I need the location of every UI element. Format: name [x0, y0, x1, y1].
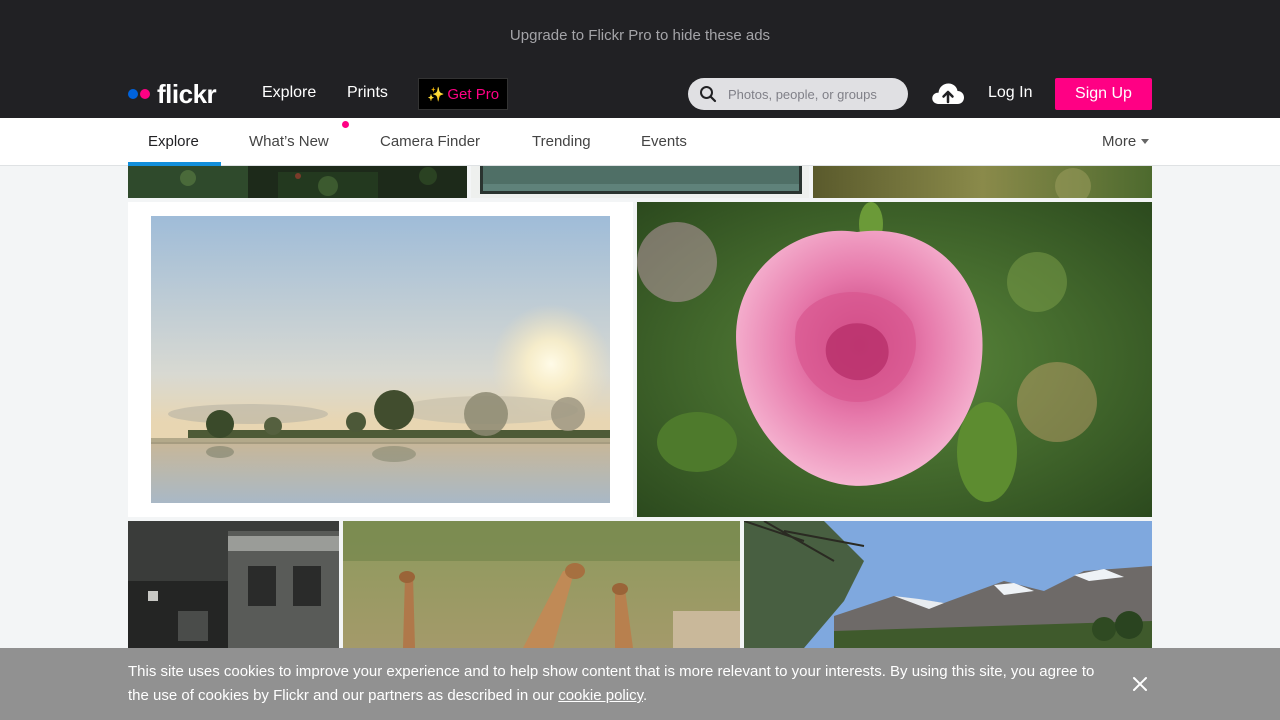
caret-down-icon: [1141, 139, 1150, 144]
photo-tile-garden[interactable]: [128, 166, 467, 198]
nav-explore[interactable]: Explore: [262, 84, 316, 102]
flickr-logo[interactable]: flickr: [128, 78, 217, 109]
tab-whats-new[interactable]: What’s New: [249, 133, 329, 150]
photo-tile-mountains[interactable]: [744, 521, 1152, 648]
photo-tile-giraffes[interactable]: [343, 521, 740, 648]
login-link[interactable]: Log In: [988, 84, 1032, 102]
ad-banner-text[interactable]: Upgrade to Flickr Pro to hide these ads: [510, 27, 770, 44]
photo-tile-framed-print[interactable]: [471, 166, 809, 198]
tab-trending[interactable]: Trending: [532, 133, 591, 150]
more-label: More: [1102, 133, 1137, 150]
photo-tile-pink-rose[interactable]: [637, 202, 1152, 517]
more-menu[interactable]: More: [1102, 133, 1150, 150]
upload-cloud-icon[interactable]: [930, 80, 966, 108]
tab-camera-finder[interactable]: Camera Finder: [380, 133, 480, 150]
logo-wordmark: flickr: [157, 78, 217, 109]
close-icon[interactable]: [1130, 674, 1150, 694]
tab-events[interactable]: Events: [641, 133, 687, 150]
photo-tile-blurred-nature[interactable]: [813, 166, 1152, 198]
search-input[interactable]: [728, 86, 898, 102]
get-pro-button[interactable]: ✨ Get Pro: [418, 78, 508, 110]
sparkles-icon: ✨: [426, 85, 445, 102]
tab-explore[interactable]: Explore: [148, 133, 199, 150]
cookie-policy-link[interactable]: cookie policy: [558, 687, 643, 704]
explore-subnav: Explore What’s New Camera Finder Trendin…: [0, 118, 1280, 166]
get-pro-label: Get Pro: [447, 85, 500, 103]
logo-pink-dot: [140, 89, 150, 99]
ad-banner[interactable]: Upgrade to Flickr Pro to hide these ads: [0, 0, 1280, 70]
search-bar[interactable]: [688, 78, 908, 110]
new-indicator-dot: [342, 121, 349, 128]
photo-tile-old-building[interactable]: [128, 521, 339, 648]
nav-prints[interactable]: Prints: [347, 84, 388, 102]
top-navigation: flickr Explore Prints ✨ Get Pro Log In S…: [0, 70, 1280, 118]
photo-tile-misty-lake[interactable]: [128, 202, 633, 517]
cookie-banner-suffix: .: [642, 687, 648, 704]
cookie-banner-text: This site uses cookies to improve your e…: [128, 660, 1108, 708]
logo-blue-dot: [128, 89, 138, 99]
cookie-banner: This site uses cookies to improve your e…: [0, 648, 1280, 720]
signup-button[interactable]: Sign Up: [1055, 78, 1152, 110]
search-icon[interactable]: [688, 85, 728, 103]
